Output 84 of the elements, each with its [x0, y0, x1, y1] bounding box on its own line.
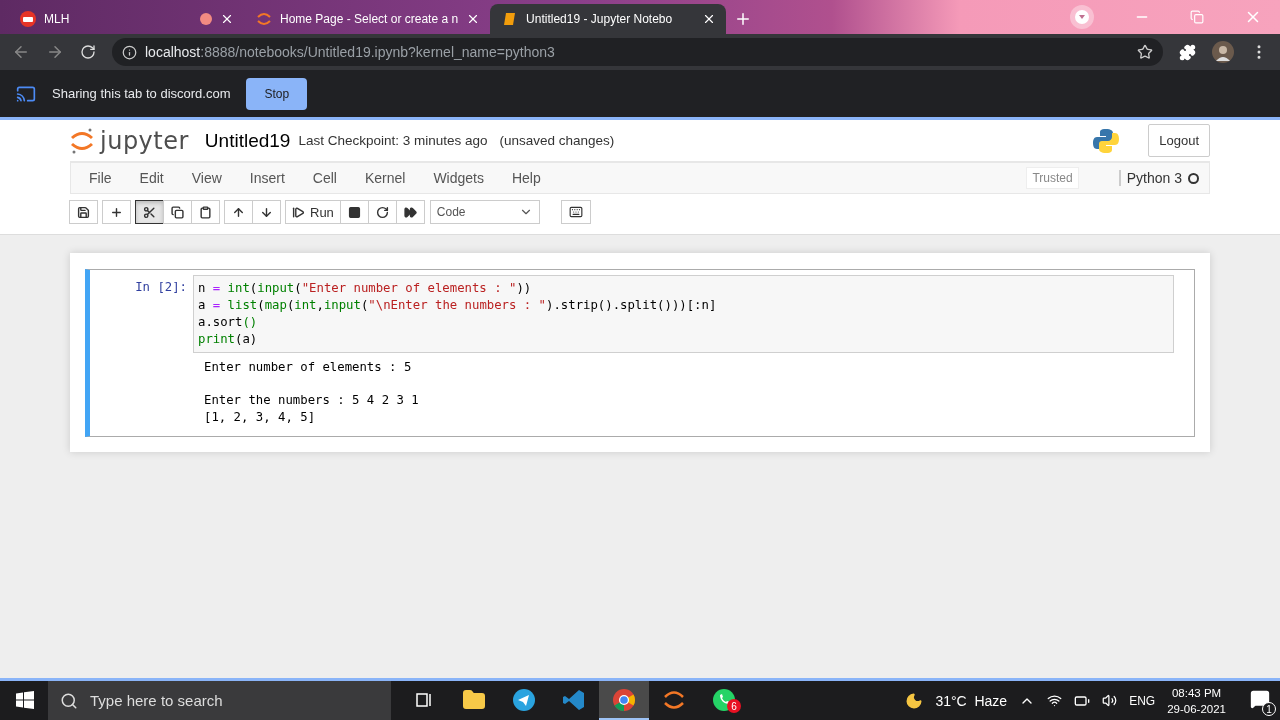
menu-item[interactable]: Insert: [235, 170, 299, 186]
cell-type-select[interactable]: Code: [429, 200, 540, 224]
search-icon: [60, 691, 78, 710]
language-indicator[interactable]: ENG: [1129, 693, 1156, 708]
keyboard-icon: [568, 205, 583, 219]
move-up-button[interactable]: [224, 200, 253, 224]
run-button[interactable]: Run: [285, 200, 341, 224]
wifi-icon[interactable]: [1047, 693, 1063, 708]
cut-button[interactable]: [135, 200, 164, 224]
logo-text[interactable]: jupyter: [100, 126, 189, 155]
clipboard-icon: [199, 205, 212, 219]
menu-item[interactable]: View: [177, 170, 236, 186]
trusted-indicator[interactable]: Trusted: [1026, 167, 1079, 189]
kernel-name: Python 3: [1118, 170, 1182, 186]
copy-button[interactable]: [163, 200, 192, 224]
address-field[interactable]: localhost:8888/notebooks/Untitled19.ipynb?kernel_name=python3: [112, 38, 1163, 66]
code-line: a = list(map(int,input("\nEnter the numbers : ").strip().split()))[:n]: [198, 297, 718, 314]
bookmark-star-icon[interactable]: [1137, 44, 1153, 60]
extensions-icon[interactable]: [1179, 43, 1196, 61]
stop-button[interactable]: Stop: [246, 77, 308, 110]
output-line: Enter number of elements : 5: [204, 359, 413, 376]
start-icon[interactable]: [16, 691, 34, 709]
plus-icon: [110, 205, 123, 219]
copy-icon: [171, 205, 184, 219]
code-editor-icon: [562, 687, 586, 712]
taskbar-app[interactable]: 6: [699, 681, 749, 720]
logout-button[interactable]: Logout: [1148, 124, 1210, 157]
move-down-button[interactable]: [252, 200, 281, 224]
taskbar-search-field[interactable]: Type here to search: [48, 681, 391, 720]
reload-icon[interactable]: [80, 44, 96, 60]
folder-icon: [462, 687, 486, 712]
info-icon: [122, 44, 137, 60]
notification-count: 1: [1262, 702, 1276, 716]
paste-button[interactable]: [191, 200, 220, 224]
python-logo-icon: [1092, 126, 1121, 155]
command-palette-button[interactable]: [560, 200, 591, 224]
stop-button[interactable]: [339, 200, 369, 224]
code-line: n = int(input("Enter number of elements : ")): [198, 280, 533, 297]
menu-item[interactable]: Widgets: [419, 170, 498, 186]
weather-text: 31°C Haze: [935, 692, 1008, 709]
volume-icon[interactable]: [1102, 693, 1118, 708]
fast-forward-icon: [403, 205, 417, 219]
rotate-icon: [375, 205, 389, 219]
restart-button[interactable]: [367, 200, 397, 224]
browser-icon: [612, 687, 636, 712]
menu-item[interactable]: File: [75, 170, 126, 186]
weather-moon-icon: [905, 691, 924, 710]
input-prompt: In [2]:: [134, 279, 188, 296]
checkpoint-status: Last Checkpoint: 3 minutes ago: [298, 133, 488, 148]
sharing-message: Sharing this tab to discord.com: [52, 86, 231, 101]
save-button[interactable]: [69, 200, 98, 224]
autosave-status: (unsaved changes): [499, 133, 615, 148]
browser-tab[interactable]: Home Page - Select or create a n: [244, 4, 491, 34]
arrow-up-icon: [232, 205, 245, 219]
code-cell[interactable]: [85, 269, 1195, 438]
arrow-down-icon: [260, 205, 273, 219]
back-icon[interactable]: [12, 43, 30, 61]
add-cell-button[interactable]: [102, 200, 131, 224]
jupyter-logo-icon[interactable]: [70, 126, 94, 155]
unread-count: 6: [727, 699, 741, 713]
code-line: a.sort(): [198, 314, 259, 331]
paper-plane-icon: [512, 687, 536, 712]
output-line: Enter the numbers : 5 4 2 3 1: [204, 392, 420, 409]
badge-logo-icon: [20, 11, 36, 27]
scissors-icon: [143, 205, 156, 219]
task-view-icon: [415, 690, 433, 709]
browser-tab[interactable]: MLH: [8, 4, 244, 34]
clock[interactable]: 08:43 PM 29-06-2021: [1167, 684, 1226, 717]
menu-item[interactable]: Edit: [125, 170, 178, 186]
close-icon[interactable]: [220, 12, 234, 26]
avatar-icon[interactable]: [1212, 41, 1234, 63]
step-forward-icon: [292, 205, 305, 219]
menu-item[interactable]: Cell: [298, 170, 351, 186]
stop-icon: [347, 205, 361, 219]
menu-item[interactable]: Kernel: [350, 170, 420, 186]
code-editor[interactable]: n = int(input("Enter number of elements : ")) a = list(map(int,input("\nEnter the numbers : ").strip().split()))[:n] a.sort() print(a): [193, 275, 1174, 353]
menu-item[interactable]: Help: [497, 170, 555, 186]
code-line: print(a): [198, 331, 259, 348]
forward-icon[interactable]: [46, 43, 64, 61]
output-line: [1, 2, 3, 4, 5]: [204, 408, 317, 426]
orbit-logo-icon: [256, 11, 272, 27]
notebook-name[interactable]: Untitled19: [204, 129, 291, 152]
restart-run-button[interactable]: [395, 200, 425, 224]
browser-tab[interactable]: Untitled19 - Jupyter Notebo: [490, 4, 727, 34]
